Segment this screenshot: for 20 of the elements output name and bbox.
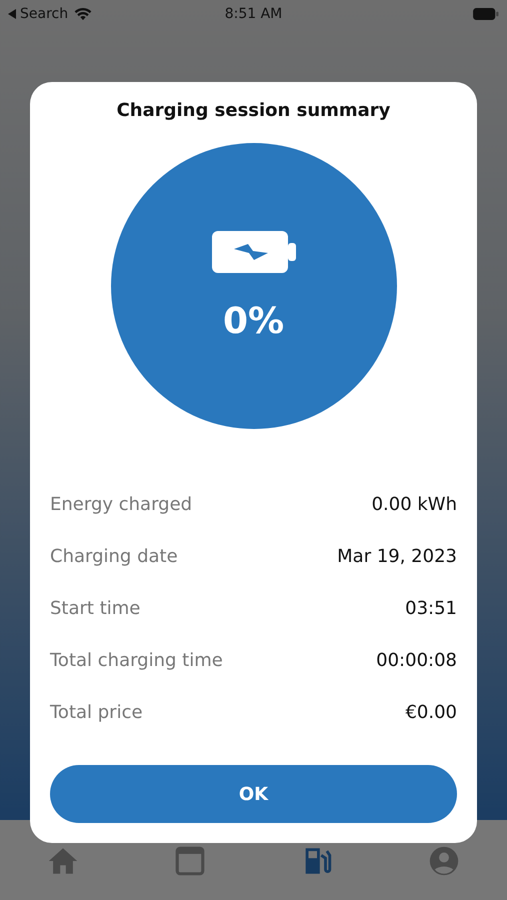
detail-value: Mar 19, 2023	[337, 545, 457, 569]
battery-icon	[473, 8, 499, 20]
charging-battery-icon	[212, 230, 296, 272]
detail-label: Total charging time	[50, 649, 223, 673]
status-time: 8:51 AM	[224, 6, 284, 22]
back-arrow-icon	[8, 9, 16, 19]
detail-value: 0.00 kWh	[372, 493, 457, 517]
back-link[interactable]: Search	[20, 6, 68, 22]
detail-label: Charging date	[50, 545, 178, 569]
detail-label: Start time	[50, 597, 140, 621]
dialog-title: Charging session summary	[116, 100, 390, 121]
detail-label: Energy charged	[50, 493, 192, 517]
ok-button[interactable]: OK	[50, 765, 457, 823]
wifi-icon	[74, 7, 92, 21]
detail-value: €0.00	[405, 701, 457, 725]
detail-value: 03:51	[405, 597, 457, 621]
detail-label: Total price	[50, 701, 143, 725]
charge-percent: 0%	[222, 300, 284, 342]
detail-value: 00:00:08	[376, 649, 457, 673]
calendar-icon	[173, 844, 208, 878]
